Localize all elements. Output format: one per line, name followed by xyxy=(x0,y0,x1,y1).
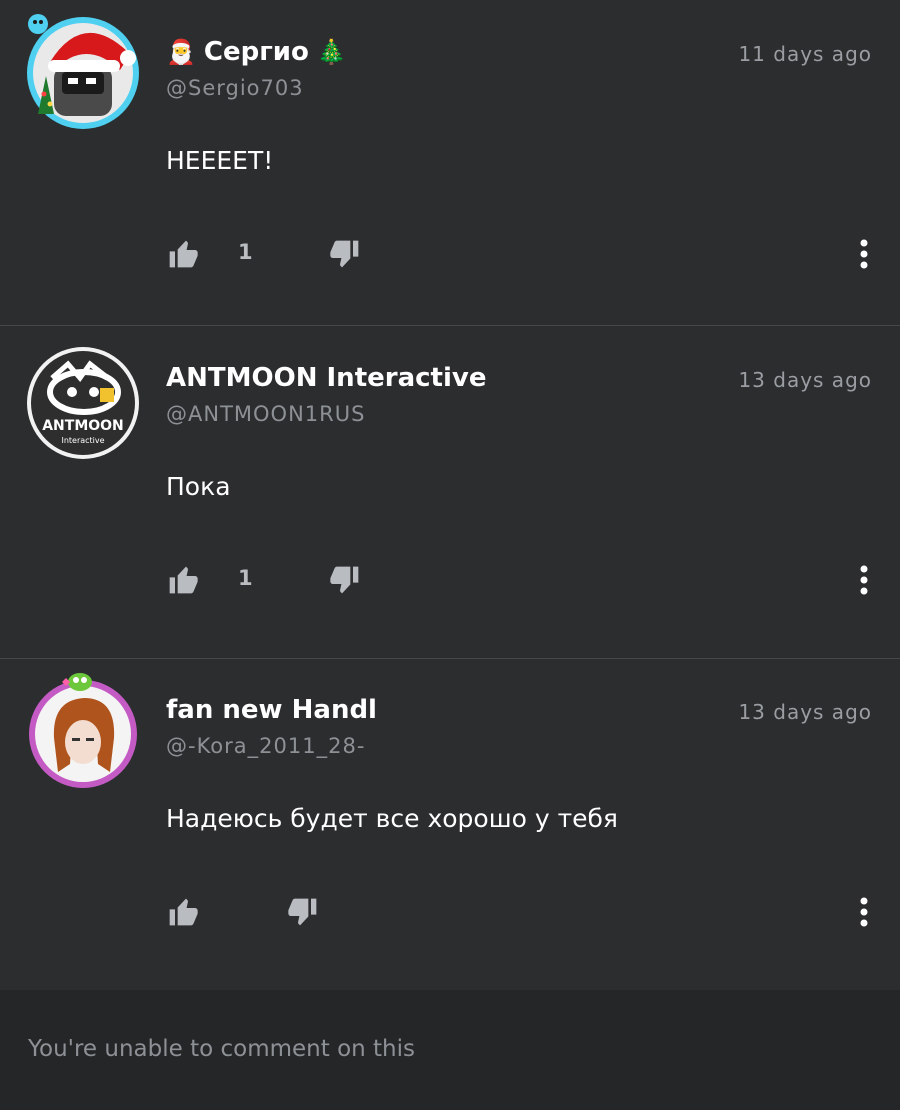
thumbs-down-icon[interactable] xyxy=(328,238,362,270)
like-count: 1 xyxy=(238,566,253,590)
thumbs-down-icon[interactable] xyxy=(286,896,320,928)
author-handle[interactable]: @Sergio703 xyxy=(166,76,304,100)
comment-item: ANTMOON Interactive ANTMOON Interactive … xyxy=(0,326,900,658)
author-handle[interactable]: @ANTMOON1RUS xyxy=(166,402,365,426)
anime-girl-avatar-icon xyxy=(29,673,137,788)
author-name[interactable]: Сергио xyxy=(204,37,309,67)
author-name[interactable]: fan new Handl xyxy=(166,695,377,725)
avatar[interactable] xyxy=(24,672,142,790)
avatar-logo-subtext: Interactive xyxy=(61,436,104,445)
thumbs-up-icon[interactable] xyxy=(166,896,200,928)
author-name-row[interactable]: 🎅 Сергио 🎄 xyxy=(166,34,347,70)
santa-hat-avatar-icon xyxy=(27,14,139,129)
christmas-tree-emoji-icon: 🎄 xyxy=(316,38,347,66)
thumbs-up-icon[interactable] xyxy=(166,238,200,270)
avatar-logo-text: ANTMOON xyxy=(42,418,124,434)
avatar[interactable]: ANTMOON Interactive xyxy=(24,344,142,462)
comment-timestamp: 11 days ago xyxy=(738,42,872,66)
avatar[interactable] xyxy=(24,14,142,132)
comment-item: fan new Handl @-Kora_2011_28- 13 days ag… xyxy=(0,658,900,990)
comment-text: Пока xyxy=(166,472,231,501)
comment-footer: You're unable to comment on this xyxy=(0,990,900,1110)
author-handle[interactable]: @-Kora_2011_28- xyxy=(166,734,365,758)
author-name-row[interactable]: fan new Handl xyxy=(166,692,377,728)
comment-actions xyxy=(166,894,876,930)
comment-disabled-notice: You're unable to comment on this xyxy=(28,1036,415,1062)
comment-item: 🎅 Сергио 🎄 @Sergio703 11 days ago НЕЕЕЕТ… xyxy=(0,0,900,332)
comment-actions: 1 xyxy=(166,562,876,598)
more-options-icon[interactable] xyxy=(852,236,876,272)
santa-emoji-icon: 🎅 xyxy=(166,38,196,66)
thumbs-down-icon[interactable] xyxy=(328,564,362,596)
comment-text: Надеюсь будет все хорошо у тебя xyxy=(166,804,618,833)
like-count: 1 xyxy=(238,240,253,264)
comment-actions: 1 xyxy=(166,236,876,272)
comment-timestamp: 13 days ago xyxy=(738,700,872,724)
antmoon-logo-avatar-icon: ANTMOON Interactive xyxy=(27,347,139,459)
thumbs-up-icon[interactable] xyxy=(166,564,200,596)
author-name[interactable]: ANTMOON Interactive xyxy=(166,363,486,393)
more-options-icon[interactable] xyxy=(852,562,876,598)
more-options-icon[interactable] xyxy=(852,894,876,930)
comment-timestamp: 13 days ago xyxy=(738,368,872,392)
comment-text: НЕЕЕЕТ! xyxy=(166,146,274,175)
author-name-row[interactable]: ANTMOON Interactive xyxy=(166,360,486,396)
